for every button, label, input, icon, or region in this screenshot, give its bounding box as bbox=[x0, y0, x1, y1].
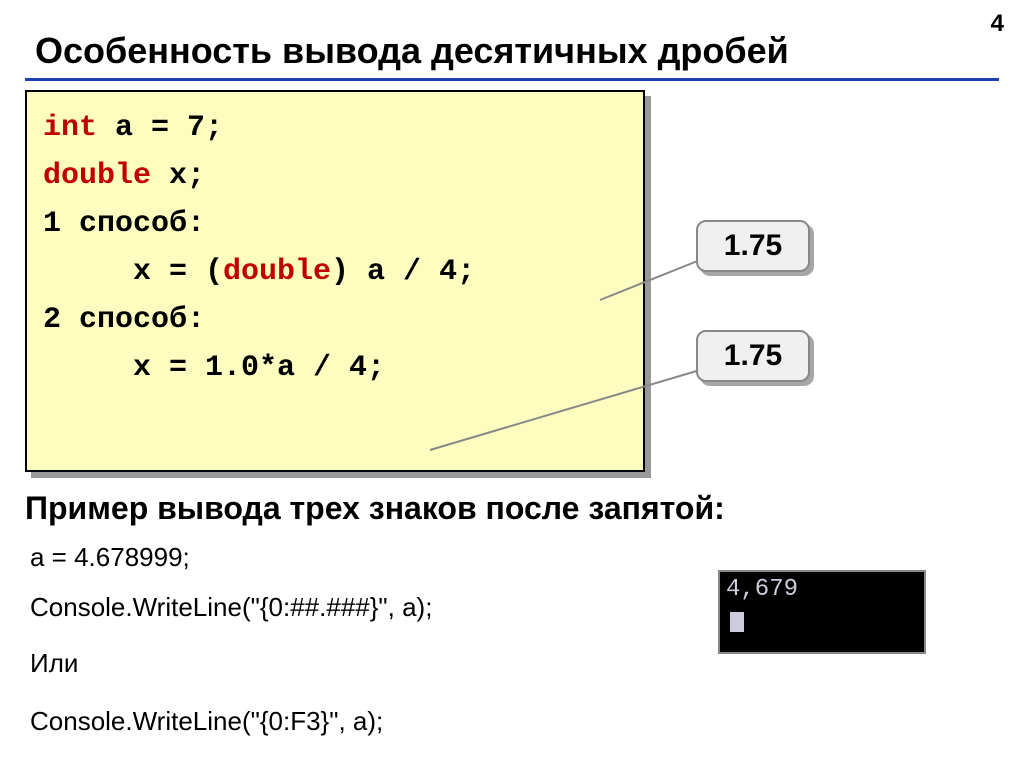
code-text: ) a / 4; bbox=[331, 255, 475, 289]
console-output-box: 4,679 bbox=[718, 570, 926, 654]
code-text: a = 7; bbox=[97, 111, 223, 145]
page-number: 4 bbox=[991, 10, 1004, 38]
code-text: x = 1.0*a / 4; bbox=[133, 351, 385, 385]
cursor-icon bbox=[730, 612, 744, 632]
code-text: x; bbox=[151, 159, 205, 193]
result-callout-2: 1.75 bbox=[696, 330, 810, 382]
keyword-double: double bbox=[43, 159, 151, 193]
code-text: x = ( bbox=[133, 255, 223, 289]
example-line-1: a = 4.678999; bbox=[30, 542, 190, 573]
example-line-3: Или bbox=[30, 648, 78, 679]
example-line-4: Console.WriteLine("{0:F3}", a); bbox=[30, 706, 383, 737]
subtitle: Пример вывода трех знаков после запятой: bbox=[25, 490, 725, 527]
code-line-6: x = 1.0*a / 4; bbox=[43, 344, 627, 392]
result-callout-1: 1.75 bbox=[696, 220, 810, 272]
code-line-1: int a = 7; bbox=[43, 104, 627, 152]
slide-title: Особенность вывода десятичных дробей bbox=[35, 30, 789, 72]
example-line-2: Console.WriteLine("{0:##.###}", a); bbox=[30, 592, 432, 623]
code-box: int a = 7; double x; 1 способ: x = (doub… bbox=[25, 90, 645, 472]
keyword-int: int bbox=[43, 111, 97, 145]
console-value: 4,679 bbox=[726, 576, 798, 603]
code-line-2: double x; bbox=[43, 152, 627, 200]
keyword-double: double bbox=[223, 255, 331, 289]
code-line-5: 2 способ: bbox=[43, 296, 627, 344]
code-line-4: x = (double) a / 4; bbox=[43, 248, 627, 296]
console-text: 4,679 bbox=[720, 572, 924, 634]
code-line-3: 1 способ: bbox=[43, 200, 627, 248]
title-underline bbox=[25, 78, 999, 81]
